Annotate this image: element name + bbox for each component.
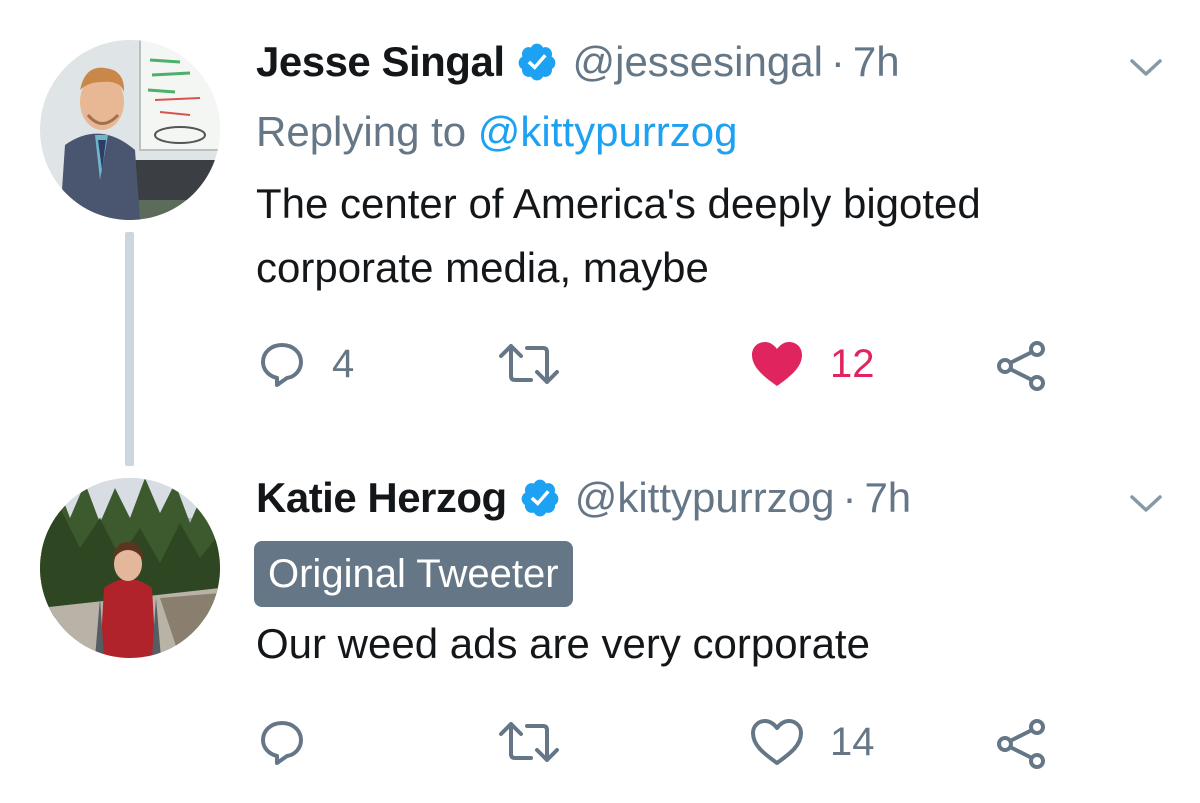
display-name[interactable]: Jesse Singal	[256, 38, 505, 86]
like-button[interactable]: 14	[750, 718, 875, 766]
separator-dot: ·	[830, 38, 845, 85]
share-icon	[995, 718, 1049, 770]
replying-to-line: Replying to @kittypurrzog	[256, 108, 738, 156]
heart-icon	[750, 718, 804, 766]
timestamp[interactable]: 7h	[864, 474, 911, 522]
tweet-header: Jesse Singal @jessesingal · 7h	[256, 32, 900, 92]
verified-badge-icon	[519, 477, 561, 519]
original-tweeter-badge: Original Tweeter	[254, 541, 573, 607]
user-handle[interactable]: @kittypurrzog	[575, 474, 835, 522]
share-icon	[995, 340, 1049, 392]
heart-icon	[750, 340, 804, 388]
chevron-down-icon[interactable]	[1126, 488, 1166, 518]
reply-button[interactable]	[258, 718, 332, 766]
share-button[interactable]	[995, 718, 1049, 770]
retweet-button[interactable]	[497, 340, 587, 388]
separator-dot: ·	[842, 474, 857, 521]
retweet-icon	[497, 340, 561, 388]
reply-button[interactable]: 4	[258, 340, 354, 388]
retweet-icon	[497, 718, 561, 766]
replying-to-label: Replying to	[256, 108, 478, 155]
reply-icon	[258, 340, 306, 388]
like-count: 14	[830, 719, 875, 764]
avatar[interactable]	[40, 478, 220, 658]
tweet-text: The center of America's deeply bigoted c…	[256, 180, 981, 291]
like-button[interactable]: 12	[750, 340, 875, 388]
replying-to-handle[interactable]: @kittypurrzog	[478, 108, 738, 155]
user-handle[interactable]: @jessesingal	[572, 38, 822, 86]
timestamp[interactable]: 7h	[853, 38, 900, 86]
tweet-header: Katie Herzog @kittypurrzog · 7h	[256, 468, 911, 528]
display-name[interactable]: Katie Herzog	[256, 474, 507, 522]
reply-count: 4	[332, 341, 355, 386]
reply-icon	[258, 718, 306, 766]
like-count: 12	[830, 341, 875, 386]
retweet-button[interactable]	[497, 718, 587, 766]
verified-badge-icon	[516, 41, 558, 83]
tweet-text: Our weed ads are very corporate	[256, 620, 870, 667]
chevron-down-icon[interactable]	[1126, 52, 1166, 82]
avatar[interactable]	[40, 40, 220, 220]
thread-connector-line	[125, 232, 134, 466]
share-button[interactable]	[995, 340, 1049, 392]
